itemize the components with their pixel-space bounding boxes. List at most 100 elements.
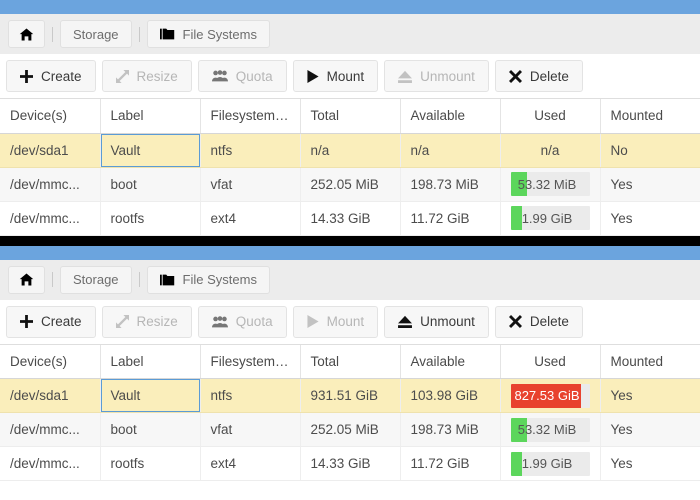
home-icon xyxy=(19,272,34,287)
table-header: Device(s) Label Filesystem ... Total Availab… xyxy=(0,344,700,379)
folders-icon xyxy=(159,27,176,41)
cell-total: n/a xyxy=(300,133,401,168)
button-label: Mount xyxy=(326,314,365,329)
button-label: Unmount xyxy=(420,314,475,329)
cell-mounted: Yes xyxy=(600,446,700,481)
breadcrumb-home[interactable] xyxy=(8,20,45,48)
users-icon xyxy=(211,70,228,82)
resize-button: Resize xyxy=(101,60,192,92)
column-header-used[interactable]: Used xyxy=(500,99,601,134)
breadcrumb-item-label: Storage xyxy=(73,272,119,287)
table-row[interactable]: /dev/mmc... boot vfat 252.05 MiB 198.73 MiB 5… xyxy=(0,412,700,447)
home-icon xyxy=(19,27,34,42)
plus-icon xyxy=(20,69,33,83)
unmount-button[interactable]: Unmount xyxy=(384,305,489,338)
column-header-label[interactable]: Label xyxy=(100,344,201,379)
table-row[interactable]: /dev/sda1 Vault ntfs n/a n/a n/a No xyxy=(0,133,700,168)
button-label: Quota xyxy=(235,68,273,84)
play-icon xyxy=(307,69,319,83)
cell-used: 53.32 MiB xyxy=(500,412,601,447)
column-header-mounted[interactable]: Mounted xyxy=(600,344,700,379)
usage-bar-label: 53.32 MiB xyxy=(517,176,577,192)
usage-bar-label: 1.99 GiB xyxy=(521,456,573,471)
cell-mounted: Yes xyxy=(600,201,700,236)
table-header: Device(s) Label Filesystem ... Total Availab… xyxy=(0,99,700,134)
button-label: Delete xyxy=(529,314,569,329)
table-row[interactable]: /dev/mmc... rootfs ext4 14.33 GiB 11.72 GiB 1… xyxy=(0,201,700,236)
delete-button[interactable]: Delete xyxy=(494,60,583,92)
table-row[interactable]: /dev/sda1 Vault ntfs 931.51 GiB 103.98 GiB 82… xyxy=(0,378,700,413)
breadcrumb-item-file-systems[interactable]: File Systems xyxy=(146,20,270,48)
plus-icon xyxy=(20,315,33,328)
button-label: Quota xyxy=(235,314,273,329)
column-header-mounted[interactable]: Mounted xyxy=(600,99,700,134)
usage-bar: 53.32 MiB xyxy=(510,417,590,442)
mount-button[interactable]: Mount xyxy=(292,60,379,92)
button-label: Mount xyxy=(326,68,365,84)
mount-button: Mount xyxy=(292,305,379,338)
column-header-used[interactable]: Used xyxy=(500,344,601,379)
usage-bar: 1.99 GiB xyxy=(510,206,590,230)
cell-filesystem: ext4 xyxy=(200,446,301,481)
cell-devices: /dev/mmc... xyxy=(0,167,101,202)
eject-icon xyxy=(398,70,413,83)
column-header-total[interactable]: Total xyxy=(300,344,401,379)
cell-devices: /dev/mmc... xyxy=(0,412,101,447)
app-header-bar xyxy=(0,0,700,14)
breadcrumb-separator xyxy=(138,26,140,42)
column-header-label[interactable]: Label xyxy=(100,99,201,134)
column-header-available[interactable]: Available xyxy=(400,99,501,134)
quota-button: Quota xyxy=(197,305,287,338)
column-header-available[interactable]: Available xyxy=(400,344,501,379)
cell-used: n/a xyxy=(500,133,601,168)
cell-label: rootfs xyxy=(100,201,201,236)
delete-button[interactable]: Delete xyxy=(494,305,583,338)
breadcrumb-separator xyxy=(52,272,53,287)
breadcrumb-item-label: File Systems xyxy=(182,272,257,287)
breadcrumb-item-storage[interactable]: Storage xyxy=(60,265,132,294)
cell-devices: /dev/sda1 xyxy=(0,133,101,168)
unmount-button: Unmount xyxy=(384,60,489,92)
cell-filesystem: ntfs xyxy=(200,378,301,413)
cell-total: 14.33 GiB xyxy=(300,446,401,481)
column-header-devices[interactable]: Device(s) xyxy=(0,344,101,379)
column-header-total[interactable]: Total xyxy=(300,99,401,134)
table-row[interactable]: /dev/mmc... boot vfat 252.05 MiB 198.73 MiB 5… xyxy=(0,167,700,202)
cell-total: 252.05 MiB xyxy=(300,412,401,447)
column-header-filesystem[interactable]: Filesystem ... xyxy=(200,99,301,134)
cell-available: 198.73 MiB xyxy=(400,412,501,447)
button-label: Create xyxy=(41,68,82,84)
cell-filesystem: vfat xyxy=(200,167,301,202)
cell-label[interactable]: Vault xyxy=(100,133,201,168)
breadcrumb-home[interactable] xyxy=(8,265,45,294)
filesystems-table: Device(s) Label Filesystem ... Total Availab… xyxy=(0,344,700,481)
create-button[interactable]: Create xyxy=(6,305,96,338)
quota-button: Quota xyxy=(197,60,287,92)
breadcrumb-item-storage[interactable]: Storage xyxy=(60,20,132,48)
resize-icon xyxy=(115,315,129,328)
resize-icon xyxy=(115,69,129,83)
cell-available: 11.72 GiB xyxy=(400,201,501,236)
cell-mounted: Yes xyxy=(600,378,700,413)
cell-devices: /dev/sda1 xyxy=(0,378,101,413)
cell-devices: /dev/mmc... xyxy=(0,446,101,481)
cell-available: 11.72 GiB xyxy=(400,446,501,481)
cell-label: boot xyxy=(100,167,201,202)
table-row[interactable]: /dev/mmc... rootfs ext4 14.33 GiB 11.72 GiB 1… xyxy=(0,446,700,481)
cell-used: 1.99 GiB xyxy=(500,201,601,236)
filesystems-table: Device(s) Label Filesystem ... Total Availab… xyxy=(0,99,700,236)
breadcrumb-item-label: File Systems xyxy=(182,26,257,42)
cell-label: rootfs xyxy=(100,446,201,481)
column-header-devices[interactable]: Device(s) xyxy=(0,99,101,134)
cell-used: 827.53 GiB xyxy=(500,378,601,413)
filesystems-panel-bottom: Storage File Systems Create Resize Quota Mou… xyxy=(0,245,700,481)
cell-label[interactable]: Vault xyxy=(100,378,201,413)
filesystems-panel-top: Storage File Systems Create Resize Quota Mou… xyxy=(0,0,700,236)
usage-bar-label: 53.32 MiB xyxy=(517,422,577,437)
create-button[interactable]: Create xyxy=(6,60,96,92)
x-icon xyxy=(508,69,522,83)
breadcrumb-item-file-systems[interactable]: File Systems xyxy=(146,265,270,294)
column-header-filesystem[interactable]: Filesystem ... xyxy=(200,344,301,379)
button-label: Resize xyxy=(136,68,178,84)
breadcrumb: Storage File Systems xyxy=(0,259,700,300)
